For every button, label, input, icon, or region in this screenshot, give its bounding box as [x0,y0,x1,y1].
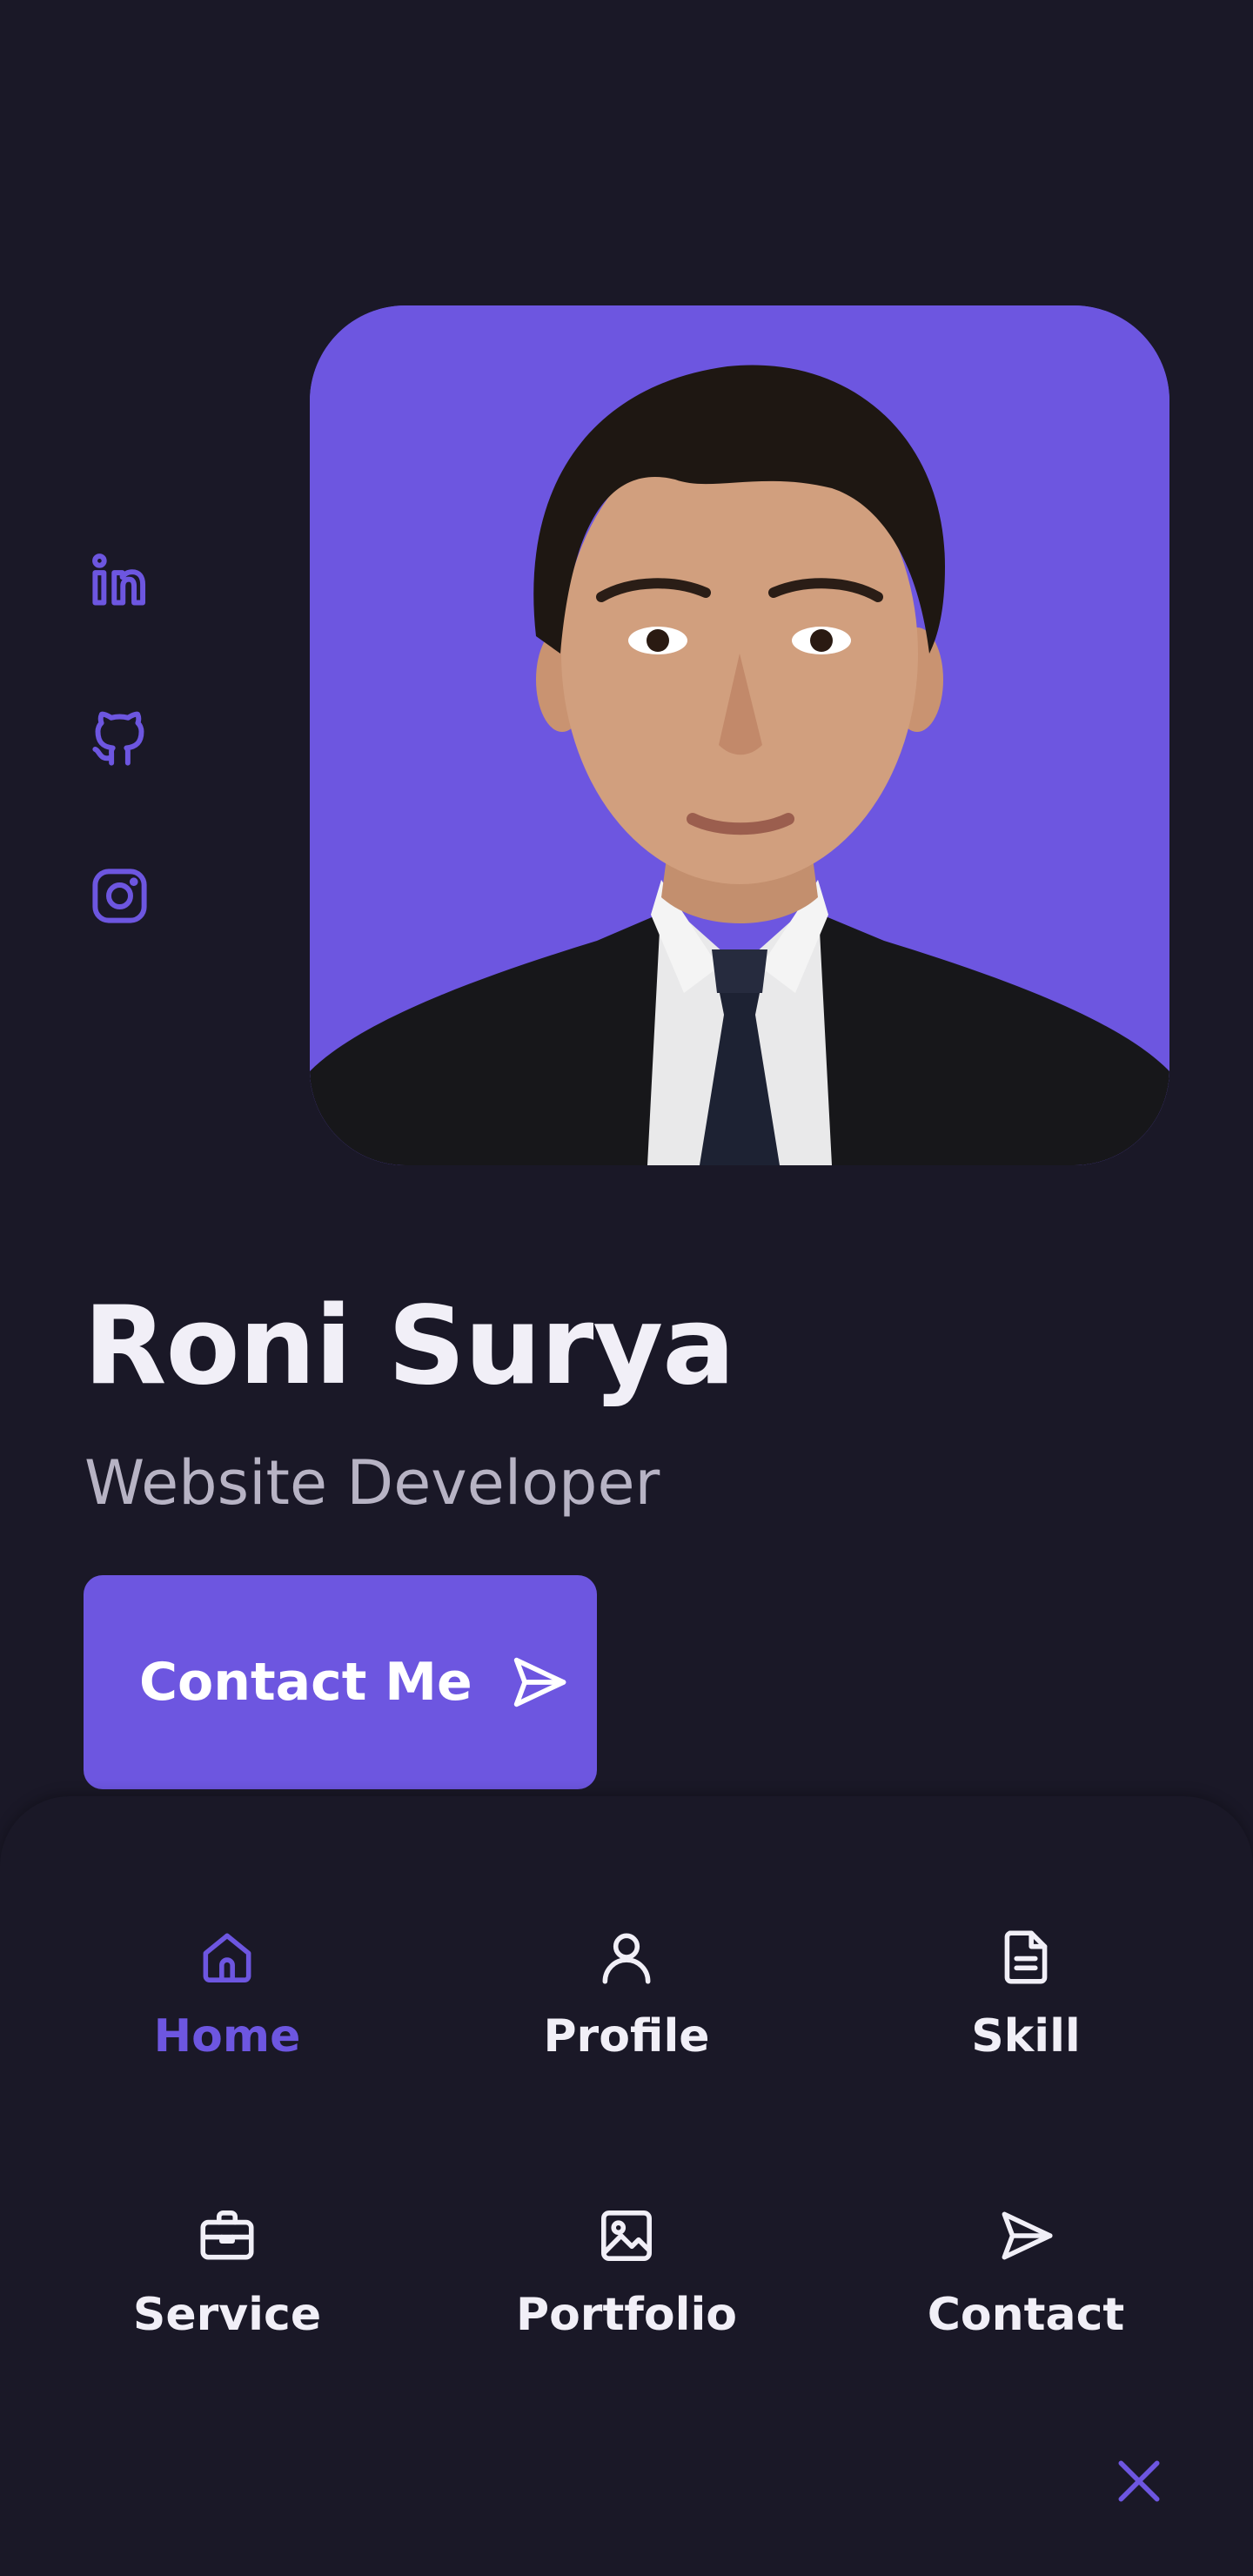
send-icon [1002,2211,1053,2260]
profile-photo [310,305,1169,1165]
nav-item-label: Contact [927,2289,1125,2341]
linkedin-link[interactable] [87,548,152,614]
nav-item-label: Profile [543,2010,710,2063]
nav-item-label: Home [153,2010,301,2063]
file-icon [1004,1930,1048,1984]
close-menu-button[interactable] [1112,2454,1166,2508]
nav-item-service[interactable]: Service [97,2204,358,2341]
github-link[interactable] [87,706,152,771]
briefcase-icon [200,2210,254,2260]
contact-me-label: Contact Me [139,1652,472,1713]
github-icon [92,711,144,766]
nav-item-label: Skill [971,2010,1081,2063]
instagram-link[interactable] [87,863,152,929]
nav-item-portfolio[interactable]: Portfolio [496,2204,757,2341]
social-links [87,548,152,929]
nav-item-label: Portfolio [515,2289,738,2341]
user-icon [602,1933,651,1984]
nav-item-profile[interactable]: Profile [496,1925,757,2063]
instagram-icon [92,869,147,923]
home-icon [203,1933,251,1982]
image-icon [601,2210,652,2261]
nav-item-home[interactable]: Home [97,1925,358,2063]
contact-me-button[interactable]: Contact Me [84,1575,597,1789]
profile-name: Roni Surya [84,1284,735,1409]
portrait-illustration [310,305,1169,1165]
linkedin-icon [92,553,146,606]
nav-item-contact[interactable]: Contact [895,2204,1156,2341]
nav-menu: Home Profile Skill Service Portfolio Con… [0,1796,1253,2576]
close-icon [1118,2460,1160,2502]
nav-item-label: Service [132,2289,322,2341]
send-icon [513,1657,566,1707]
profile-role: Website Developer [84,1447,660,1519]
nav-item-skill[interactable]: Skill [895,1925,1156,2063]
